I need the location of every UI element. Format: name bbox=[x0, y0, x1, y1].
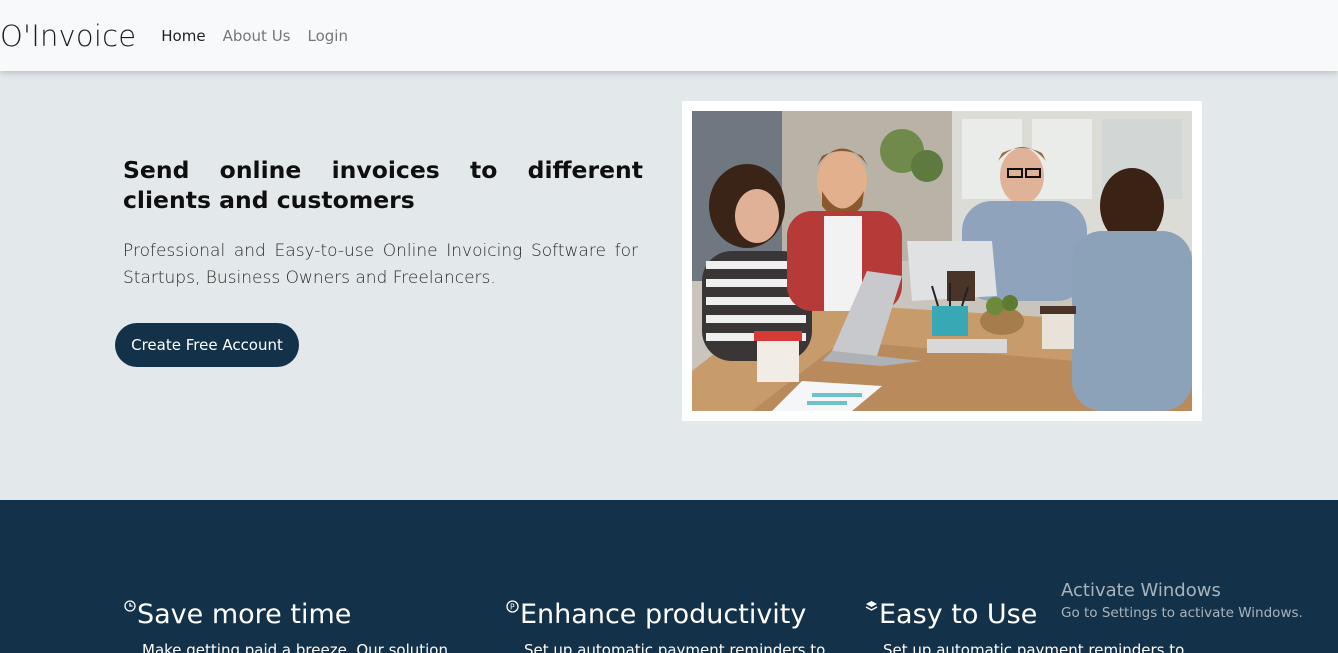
feature-description: Set up automatic payment reminders to bbox=[524, 641, 826, 653]
hero-subtitle: Professional and Easy-to-use Online Invo… bbox=[123, 241, 638, 288]
hero-section: Send online invoices to different client… bbox=[0, 71, 1338, 500]
svg-text:P: P bbox=[510, 603, 515, 612]
hero-title: Send online invoices to different client… bbox=[123, 156, 643, 214]
team-meeting-photo bbox=[692, 111, 1192, 411]
feature-enhance-productivity: P Enhance productivity Set up automatic … bbox=[506, 598, 825, 653]
nav-links: Home About Us Login bbox=[161, 27, 348, 45]
activate-windows-watermark: Activate Windows Go to Settings to activ… bbox=[1061, 580, 1303, 621]
feature-title: Enhance productivity bbox=[520, 599, 807, 630]
top-navbar: O'Invoice Home About Us Login bbox=[0, 0, 1338, 71]
brand-logo[interactable]: O'Invoice bbox=[0, 19, 136, 53]
activate-windows-subtitle: Go to Settings to activate Windows. bbox=[1061, 605, 1303, 621]
feature-description: Make getting paid a breeze. Our solution bbox=[142, 641, 448, 653]
layers-icon bbox=[865, 600, 878, 615]
productivity-icon: P bbox=[506, 600, 519, 616]
feature-title: Save more time bbox=[137, 599, 352, 630]
feature-title: Easy to Use bbox=[879, 599, 1038, 630]
hero-image-frame bbox=[682, 101, 1202, 421]
feature-save-time: Save more time Make getting paid a breez… bbox=[124, 598, 448, 653]
feature-description: Set up automatic payment reminders to bbox=[883, 641, 1185, 653]
activate-windows-title: Activate Windows bbox=[1061, 580, 1221, 601]
features-section: Save more time Make getting paid a breez… bbox=[0, 500, 1338, 653]
nav-link-about-us[interactable]: About Us bbox=[223, 27, 291, 45]
clock-icon bbox=[124, 600, 136, 615]
create-free-account-button[interactable]: Create Free Account bbox=[115, 323, 299, 367]
nav-link-login[interactable]: Login bbox=[308, 27, 348, 45]
nav-link-home[interactable]: Home bbox=[161, 27, 205, 45]
